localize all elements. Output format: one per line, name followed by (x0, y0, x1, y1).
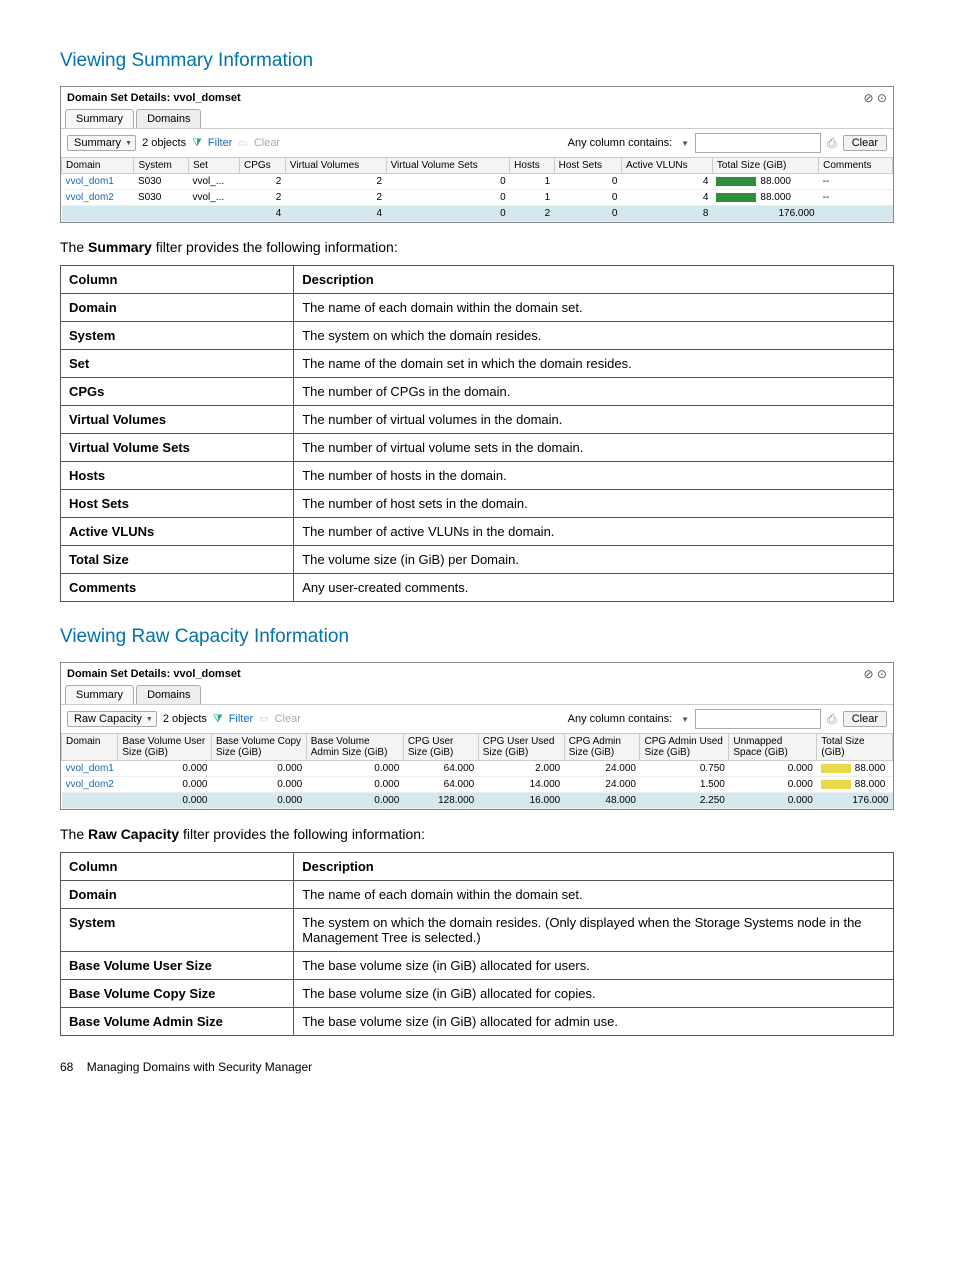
tab-domains[interactable]: Domains (136, 685, 201, 704)
tab-summary[interactable]: Summary (65, 109, 134, 128)
domain-link[interactable]: vvol_dom2 (66, 192, 114, 203)
clear-button[interactable]: Clear (843, 135, 887, 151)
export-icon[interactable] (827, 712, 837, 727)
col-filter-input[interactable] (695, 133, 821, 153)
col-vvs[interactable]: Virtual Volume Sets (386, 158, 510, 174)
object-count: 2 objects (163, 713, 207, 725)
table-row[interactable]: vvol_dom2 0.000 0.000 0.000 64.000 14.00… (62, 777, 893, 793)
summary-desc-table: ColumnDescription DomainThe name of each… (60, 265, 894, 602)
rawcap-desc-table: ColumnDescription DomainThe name of each… (60, 852, 894, 1036)
col-hs[interactable]: Host Sets (554, 158, 621, 174)
totals-row: 0.000 0.000 0.000 128.000 16.000 48.000 … (62, 793, 893, 809)
domain-link[interactable]: vvol_dom1 (66, 763, 114, 774)
section-heading: Viewing Summary Information (60, 50, 894, 72)
col-vv[interactable]: Virtual Volumes (285, 158, 386, 174)
panel-tabs: Summary Domains (61, 681, 893, 705)
export-icon[interactable] (827, 136, 837, 151)
panel-icons[interactable]: ⊘ ⊙ (864, 91, 887, 105)
filter-link[interactable]: Filter (208, 137, 232, 149)
clear-button[interactable]: Clear (843, 711, 887, 727)
col-domain[interactable]: Domain (62, 158, 134, 174)
table-row[interactable]: vvol_dom1 0.000 0.000 0.000 64.000 2.000… (62, 761, 893, 777)
view-dropdown[interactable]: Summary (67, 135, 136, 151)
clear-filter: Clear (254, 137, 280, 149)
table-row[interactable]: vvol_dom2 S030 vvol_... 2 2 0 1 0 4 88.0… (62, 190, 893, 206)
rawcap-panel: Domain Set Details: vvol_domset ⊘ ⊙ Summ… (60, 662, 894, 810)
col-hosts[interactable]: Hosts (510, 158, 554, 174)
col-set[interactable]: Set (188, 158, 239, 174)
col-av[interactable]: Active VLUNs (621, 158, 712, 174)
panel-tabs: Summary Domains (61, 105, 893, 129)
object-count: 2 objects (142, 137, 186, 149)
col-total[interactable]: Total Size (GiB) (712, 158, 818, 174)
col-filter-input[interactable] (695, 709, 821, 729)
clear-filter: Clear (275, 713, 301, 725)
page-footer: 68 Managing Domains with Security Manage… (60, 1060, 894, 1074)
summary-panel: Domain Set Details: vvol_domset ⊘ ⊙ Summ… (60, 86, 894, 223)
panel-title: Domain Set Details: vvol_domset (67, 668, 241, 680)
panel-toolbar: Summary 2 objects Filter Clear Any colum… (61, 129, 893, 157)
summary-grid: Domain System Set CPGs Virtual Volumes V… (61, 157, 893, 222)
col-contains-label: Any column contains: (568, 137, 673, 149)
col-system[interactable]: System (134, 158, 188, 174)
filter-link[interactable]: Filter (229, 713, 253, 725)
col-contains-label: Any column contains: (568, 713, 673, 725)
panel-icons[interactable]: ⊘ ⊙ (864, 667, 887, 681)
panel-toolbar: Raw Capacity 2 objects Filter Clear Any … (61, 705, 893, 733)
col-comments[interactable]: Comments (819, 158, 893, 174)
eraser-icon (259, 713, 268, 725)
tab-domains[interactable]: Domains (136, 109, 201, 128)
filter-icon (192, 137, 202, 150)
section-heading: Viewing Raw Capacity Information (60, 626, 894, 648)
view-dropdown[interactable]: Raw Capacity (67, 711, 157, 727)
summary-lead: The Summary filter provides the followin… (60, 239, 894, 255)
rawcap-lead: The Raw Capacity filter provides the fol… (60, 826, 894, 842)
totals-row: 4 4 0 2 0 8 176.000 (62, 206, 893, 222)
col-cpgs[interactable]: CPGs (239, 158, 285, 174)
domain-link[interactable]: vvol_dom1 (66, 176, 114, 187)
rawcap-grid: Domain Base Volume User Size (GiB) Base … (61, 733, 893, 809)
panel-title: Domain Set Details: vvol_domset (67, 92, 241, 104)
filter-icon (213, 713, 223, 726)
eraser-icon (238, 137, 247, 149)
domain-link[interactable]: vvol_dom2 (66, 779, 114, 790)
table-row[interactable]: vvol_dom1 S030 vvol_... 2 2 0 1 0 4 88.0… (62, 174, 893, 190)
tab-summary[interactable]: Summary (65, 685, 134, 704)
